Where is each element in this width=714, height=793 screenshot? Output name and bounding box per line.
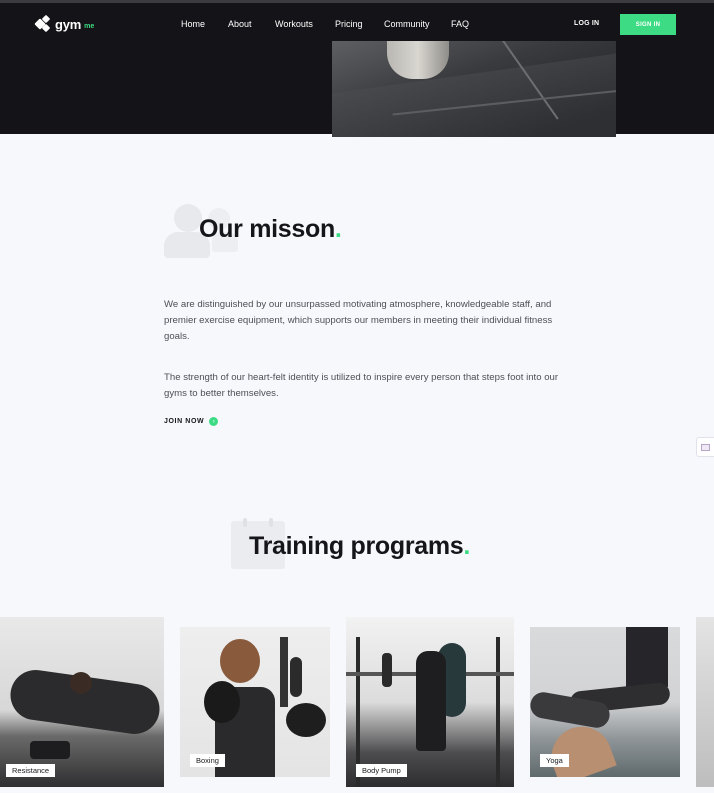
- login-link[interactable]: LOG IN: [574, 20, 599, 27]
- mission-heading-text: Our misson: [199, 215, 335, 243]
- nav-about[interactable]: About: [228, 19, 252, 29]
- mission-heading: Our misson.: [199, 215, 342, 244]
- nav-workouts[interactable]: Workouts: [275, 19, 313, 29]
- nav-home[interactable]: Home: [181, 19, 205, 29]
- program-card-resistance[interactable]: Resistance: [0, 617, 164, 787]
- logo-suffix: me: [84, 22, 95, 30]
- training-heading: Training programs.: [249, 532, 470, 561]
- program-card-yoga[interactable]: Yoga: [530, 627, 680, 777]
- signin-button[interactable]: SIGN IN: [620, 14, 676, 35]
- header: gym me Home About Workouts Pricing Commu…: [0, 3, 714, 137]
- heading-accent-dot: .: [463, 532, 471, 560]
- training-heading-text: Training programs: [249, 532, 464, 560]
- program-label: Boxing: [190, 754, 225, 767]
- hero-image: [332, 41, 616, 137]
- logo-icon: [34, 14, 52, 33]
- nav-pricing[interactable]: Pricing: [335, 19, 363, 29]
- program-label: Body Pump: [356, 764, 407, 777]
- side-widget-tab[interactable]: [696, 437, 714, 457]
- program-label: Yoga: [540, 754, 569, 767]
- logo-name: gym: [55, 16, 82, 32]
- program-card-partial[interactable]: [696, 617, 714, 787]
- nav-faq[interactable]: FAQ: [451, 19, 469, 29]
- logo[interactable]: gym me: [34, 14, 95, 33]
- program-card-boxing[interactable]: Boxing: [180, 627, 330, 777]
- program-card-body-pump[interactable]: Body Pump: [346, 617, 514, 787]
- mission-paragraph-1: We are distinguished by our unsurpassed …: [164, 299, 553, 342]
- heading-accent-dot: .: [334, 215, 342, 243]
- program-label: Resistance: [6, 764, 56, 777]
- mail-icon: [701, 443, 710, 451]
- nav-community[interactable]: Community: [384, 19, 430, 29]
- mission-paragraph-2: The strength of our heart-felt identity …: [164, 372, 559, 399]
- join-now-label: JOIN NOW: [164, 418, 205, 425]
- arrow-right-icon: ›: [209, 417, 219, 426]
- join-now-link[interactable]: JOIN NOW ›: [164, 417, 219, 426]
